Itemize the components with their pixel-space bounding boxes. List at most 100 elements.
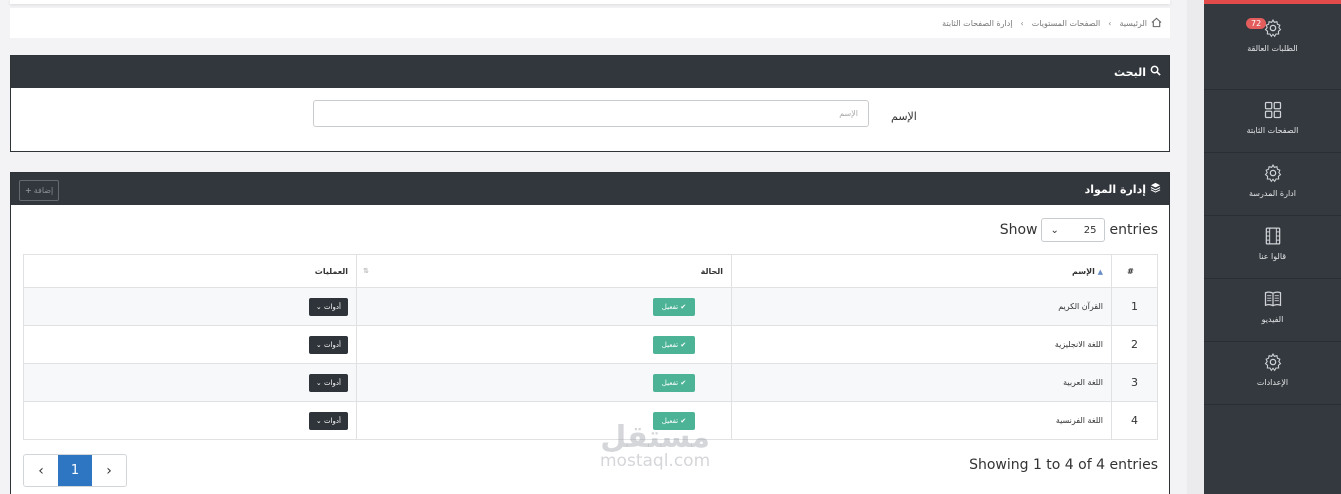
- book-icon: [1204, 279, 1341, 313]
- breadcrumb-home[interactable]: الرئيسية: [1119, 19, 1147, 28]
- status-badge[interactable]: ✔ تفعيل: [652, 373, 696, 392]
- column-header-status-label: الحالة: [700, 266, 723, 276]
- column-header-name[interactable]: ▲ الإسم: [731, 254, 1112, 288]
- row-name: القرآن الكريم: [731, 287, 1112, 326]
- column-header-status[interactable]: الحالة ⇅: [356, 254, 732, 288]
- sidebar-item-label: الفيديو: [1261, 315, 1284, 324]
- column-header-ops: العمليات: [23, 254, 357, 288]
- table-info: Showing 1 to 4 of 4 entries: [969, 457, 1158, 473]
- status-badge[interactable]: ✔ تفعيل: [652, 335, 696, 354]
- sidebar-item[interactable]: ادارة المدرسة: [1204, 153, 1341, 216]
- sidebar-gap: [1187, 0, 1204, 494]
- check-icon: ✔: [680, 302, 687, 311]
- chevron-down-icon: ⌄: [315, 302, 322, 311]
- search-panel: البحث الإسم: [10, 55, 1170, 152]
- name-search-input[interactable]: [313, 100, 869, 127]
- row-ops-cell: أدوات ⌄: [23, 363, 357, 402]
- pager-prev-button[interactable]: ‹: [24, 455, 58, 486]
- tools-button-label: أدوات: [324, 378, 341, 387]
- breadcrumb-levels[interactable]: الصفحات المستويات: [1032, 19, 1100, 28]
- row-ops-cell: أدوات ⌄: [23, 287, 357, 326]
- sidebar-item-label: الإعدادات: [1256, 378, 1289, 387]
- watermark-arabic: مستقل: [600, 420, 710, 455]
- chevron-left-icon: ‹: [1020, 18, 1024, 28]
- materials-table: # ▲ الإسم الحالة ⇅ العمليات 1 القرآن الكر…: [23, 254, 1158, 440]
- chevron-left-icon: ‹: [1108, 18, 1112, 28]
- breadcrumb: الرئيسية ‹ الصفحات المستويات ‹ إدارة الص…: [10, 8, 1170, 38]
- search-icon: [1150, 65, 1161, 79]
- sidebar-item[interactable]: الطلبات العالقة 72: [1204, 0, 1341, 90]
- grid-icon: [1204, 90, 1341, 124]
- sidebar: الطلبات العالقة 72 الصفحات الثابتة ادارة ال…: [1187, 0, 1341, 494]
- page-length-value: 25: [1083, 224, 1097, 236]
- chevron-down-icon: ⌄: [315, 416, 322, 425]
- table-row: 3 اللغة العربية ✔ تفعيل أدوات ⌄: [23, 363, 1158, 402]
- show-suffix: entries: [1109, 222, 1158, 238]
- row-num: 4: [1111, 401, 1158, 440]
- name-label: الإسم: [891, 110, 917, 123]
- sidebar-item[interactable]: الفيديو: [1204, 279, 1341, 342]
- notification-badge: 72: [1246, 18, 1267, 29]
- chevron-down-icon: ⌄: [1050, 224, 1059, 236]
- row-status-cell: ✔ تفعيل: [356, 325, 732, 364]
- table-row: 2 اللغة الانجليزية ✔ تفعيل أدوات ⌄: [23, 325, 1158, 364]
- row-name: اللغة الفرنسية: [731, 401, 1112, 440]
- manage-panel-header: إدارة المواد: [11, 173, 1169, 205]
- sort-icon: ⇅: [363, 266, 369, 275]
- row-ops-cell: أدوات ⌄: [23, 325, 357, 364]
- pager-page-button[interactable]: 1: [58, 455, 92, 486]
- tools-dropdown-button[interactable]: أدوات ⌄: [308, 411, 348, 430]
- tools-dropdown-button[interactable]: أدوات ⌄: [308, 297, 348, 316]
- page-length-select[interactable]: ⌄ 25: [1041, 218, 1106, 242]
- table-header-row: # ▲ الإسم الحالة ⇅ العمليات: [23, 254, 1158, 288]
- sidebar-item-label: ادارة المدرسة: [1249, 189, 1296, 198]
- table-row: 1 القرآن الكريم ✔ تفعيل أدوات ⌄: [23, 287, 1158, 326]
- status-badge-label: تفعيل: [661, 340, 679, 349]
- pagination: ‹ 1 ›: [23, 454, 127, 487]
- search-panel-header: البحث: [11, 56, 1169, 88]
- gear-icon: [1204, 4, 1341, 42]
- tools-button-label: أدوات: [324, 416, 341, 425]
- watermark: مستقل mostaql.com: [600, 420, 710, 471]
- check-icon: ✔: [680, 340, 687, 349]
- gear-icon: [1204, 153, 1341, 187]
- breadcrumb-current: إدارة الصفحات الثابتة: [942, 18, 1013, 28]
- sidebar-item-label: قالوا عنا: [1258, 252, 1287, 261]
- watermark-latin: mostaql.com: [600, 451, 711, 471]
- column-header-name-label: الإسم: [1071, 266, 1095, 276]
- table-row: 4 اللغة الفرنسية ✔ تفعيل أدوات ⌄: [23, 401, 1158, 440]
- chevron-down-icon: ⌄: [315, 378, 322, 387]
- check-icon: ✔: [680, 378, 687, 387]
- row-num: 3: [1111, 363, 1158, 402]
- plus-icon: +: [25, 186, 32, 195]
- home-icon[interactable]: [1151, 17, 1162, 30]
- manage-panel: إدارة المواد + إضافة Show ⌄ 25 entries #…: [10, 172, 1170, 494]
- show-prefix: Show: [999, 222, 1038, 238]
- status-badge-label: تفعيل: [661, 378, 679, 387]
- row-name: اللغة العربية: [731, 363, 1112, 402]
- status-badge-label: تفعيل: [661, 302, 679, 311]
- add-button[interactable]: + إضافة: [19, 180, 60, 201]
- tools-button-label: أدوات: [324, 302, 341, 311]
- status-badge[interactable]: ✔ تفعيل: [652, 297, 696, 316]
- sidebar-menu: الطلبات العالقة 72 الصفحات الثابتة ادارة ال…: [1204, 0, 1341, 494]
- sidebar-item[interactable]: الصفحات الثابتة: [1204, 90, 1341, 153]
- row-ops-cell: أدوات ⌄: [23, 401, 357, 440]
- chevron-down-icon: ⌄: [315, 340, 322, 349]
- film-icon: [1204, 216, 1341, 250]
- sidebar-item-label: الطلبات العالقة: [1247, 44, 1298, 53]
- sidebar-item[interactable]: الإعدادات: [1204, 342, 1341, 405]
- top-strip: [10, 0, 1170, 4]
- add-button-label: إضافة: [33, 186, 54, 195]
- sidebar-item-label: الصفحات الثابتة: [1246, 126, 1299, 135]
- pager-next-button[interactable]: ›: [92, 455, 126, 486]
- tools-dropdown-button[interactable]: أدوات ⌄: [308, 373, 348, 392]
- page-length-control: Show ⌄ 25 entries: [1000, 218, 1158, 242]
- layers-icon: [1150, 182, 1161, 196]
- row-num: 1: [1111, 287, 1158, 326]
- row-name: اللغة الانجليزية: [731, 325, 1112, 364]
- tools-button-label: أدوات: [324, 340, 341, 349]
- tools-dropdown-button[interactable]: أدوات ⌄: [308, 335, 348, 354]
- sidebar-item[interactable]: قالوا عنا: [1204, 216, 1341, 279]
- column-header-num[interactable]: #: [1111, 254, 1158, 288]
